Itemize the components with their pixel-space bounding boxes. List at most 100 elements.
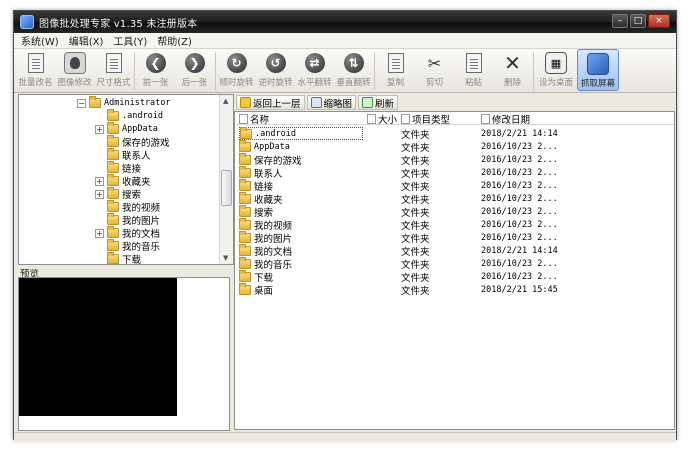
tree-item-searches[interactable]: + 搜索 bbox=[95, 187, 141, 201]
row-name-cell[interactable]: AppData bbox=[239, 139, 363, 153]
folder-icon bbox=[107, 135, 119, 147]
preview-panel bbox=[18, 277, 230, 431]
row-type: 文件夹 bbox=[401, 220, 430, 232]
folder-tree: − Administrator .android + AppData 保存的游戏… bbox=[18, 94, 234, 265]
row-name-cell[interactable]: 搜索 bbox=[239, 204, 363, 219]
go-up-button[interactable]: 返回上一层 bbox=[236, 95, 305, 110]
copy-button[interactable]: 复制 bbox=[376, 49, 415, 91]
capture-screen-button[interactable]: 抓取屏幕 bbox=[577, 49, 619, 91]
title-bar[interactable]: 图像批处理专家 v1.35 未注册版本 – □ × bbox=[14, 11, 676, 33]
paste-button[interactable]: 粘贴 bbox=[454, 49, 493, 91]
minimize-button[interactable]: – bbox=[612, 14, 628, 28]
flip-horizontal-button[interactable]: ⇄ 水平翻转 bbox=[295, 49, 334, 91]
table-row[interactable]: 我的音乐 文件夹 2016/10/23 2... bbox=[235, 256, 674, 271]
menu-system[interactable]: 系统(W) bbox=[20, 33, 60, 48]
close-button[interactable]: × bbox=[648, 14, 670, 28]
column-type[interactable]: 项目类型 bbox=[401, 112, 450, 126]
scroll-up-icon[interactable]: ▲ bbox=[223, 97, 228, 105]
tree-item-documents[interactable]: + 我的文档 bbox=[95, 226, 160, 240]
menu-tools[interactable]: 工具(Y) bbox=[112, 33, 148, 48]
tree-item-downloads[interactable]: 下载 bbox=[107, 252, 141, 264]
tree-item-music[interactable]: 我的音乐 bbox=[107, 239, 160, 253]
tree-item-contacts[interactable]: 联系人 bbox=[107, 148, 151, 162]
batch-rename-button[interactable]: 批量改名 bbox=[16, 49, 55, 91]
copy-label: 复制 bbox=[386, 78, 404, 88]
maximize-button[interactable]: □ bbox=[630, 14, 646, 28]
tree-item-pictures[interactable]: 我的图片 bbox=[107, 213, 160, 227]
table-row[interactable]: 桌面 文件夹 2018/2/21 15:45 bbox=[235, 282, 674, 297]
tree-item-appdata[interactable]: + AppData bbox=[95, 122, 158, 135]
prev-image-button[interactable]: ❮ 前一张 bbox=[136, 49, 175, 91]
thumbnail-button[interactable]: 缩略图 bbox=[306, 95, 357, 110]
scroll-down-icon[interactable]: ▼ bbox=[223, 254, 228, 262]
photo-edit-icon bbox=[63, 52, 86, 74]
row-type: 文件夹 bbox=[401, 259, 430, 271]
row-name-cell[interactable]: .android bbox=[239, 126, 363, 140]
window-title: 图像批处理专家 v1.35 未注册版本 bbox=[39, 18, 198, 30]
row-name-cell[interactable]: 收藏夹 bbox=[239, 191, 363, 206]
image-edit-label: 图像修改 bbox=[57, 78, 92, 88]
tree-item-links[interactable]: 链接 bbox=[107, 161, 141, 175]
rotate-cw-button[interactable]: ↻ 顺时旋转 bbox=[217, 49, 256, 91]
folder-icon bbox=[89, 96, 101, 108]
column-date[interactable]: 修改日期 bbox=[481, 112, 530, 126]
row-type: 文件夹 bbox=[401, 285, 430, 297]
tree-item-android[interactable]: .android bbox=[107, 109, 163, 122]
table-row[interactable]: AppData 文件夹 2016/10/23 2... bbox=[235, 139, 674, 154]
table-row[interactable]: 我的视频 文件夹 2016/10/23 2... bbox=[235, 217, 674, 232]
column-size[interactable]: 大小 bbox=[367, 112, 398, 126]
row-name-cell[interactable]: 保存的游戏 bbox=[239, 152, 363, 167]
tree-expand-icon[interactable]: + bbox=[95, 124, 104, 134]
image-edit-button[interactable]: 图像修改 bbox=[55, 49, 94, 91]
table-row[interactable]: 收藏夹 文件夹 2016/10/23 2... bbox=[235, 191, 674, 206]
row-name-cell[interactable]: 我的音乐 bbox=[239, 256, 363, 271]
toolbar-separator bbox=[374, 52, 375, 90]
toolbar-separator bbox=[134, 52, 135, 90]
row-date: 2016/10/23 2... bbox=[481, 271, 558, 282]
table-row[interactable]: 联系人 文件夹 2016/10/23 2... bbox=[235, 165, 674, 180]
table-row[interactable]: 我的图片 文件夹 2016/10/23 2... bbox=[235, 230, 674, 245]
set-desktop-button[interactable]: ▦ 设为桌面 bbox=[535, 49, 577, 91]
set-desktop-icon: ▦ bbox=[545, 52, 567, 74]
tree-expand-icon[interactable]: + bbox=[95, 189, 104, 199]
table-row[interactable]: 保存的游戏 文件夹 2016/10/23 2... bbox=[235, 152, 674, 167]
cut-button[interactable]: ✂ 剪切 bbox=[415, 49, 454, 91]
rotate-ccw-button[interactable]: ↺ 逆时旋转 bbox=[256, 49, 295, 91]
row-name-cell[interactable]: 链接 bbox=[239, 178, 363, 193]
menu-edit[interactable]: 编辑(X) bbox=[68, 33, 105, 48]
tree-collapse-icon[interactable]: − bbox=[77, 98, 86, 108]
tree-item-saved-games[interactable]: 保存的游戏 bbox=[107, 135, 170, 149]
folder-icon bbox=[239, 152, 251, 165]
tree-scrollbar[interactable]: ▲ ▼ bbox=[219, 95, 233, 264]
menu-help[interactable]: 帮助(Z) bbox=[156, 33, 193, 48]
row-name-cell[interactable]: 联系人 bbox=[239, 165, 363, 180]
thumbnail-icon bbox=[310, 97, 322, 108]
thumbnail-label: 缩略图 bbox=[323, 98, 353, 110]
row-name-cell[interactable]: 桌面 bbox=[239, 282, 363, 297]
row-name-cell[interactable]: 下载 bbox=[239, 269, 363, 284]
tree-expand-icon[interactable]: + bbox=[95, 228, 104, 238]
tree-item-favorites[interactable]: + 收藏夹 bbox=[95, 174, 151, 188]
table-row[interactable]: 下载 文件夹 2016/10/23 2... bbox=[235, 269, 674, 284]
row-name-cell[interactable]: 我的图片 bbox=[239, 230, 363, 245]
tree-expand-icon[interactable]: + bbox=[95, 176, 104, 186]
row-date: 2016/10/23 2... bbox=[481, 180, 558, 191]
flip-vertical-button[interactable]: ⇅ 垂直翻转 bbox=[334, 49, 373, 91]
tree-item-administrator[interactable]: − Administrator bbox=[77, 96, 171, 109]
scrollbar-thumb[interactable] bbox=[221, 170, 232, 206]
column-name[interactable]: 名称 bbox=[239, 112, 269, 126]
next-image-button[interactable]: ❯ 后一张 bbox=[175, 49, 214, 91]
window-controls: – □ × bbox=[612, 14, 670, 28]
table-row[interactable]: .android 文件夹 2018/2/21 14:14 bbox=[235, 126, 674, 141]
table-row[interactable]: 链接 文件夹 2016/10/23 2... bbox=[235, 178, 674, 193]
delete-button[interactable]: ✕ 删除 bbox=[493, 49, 532, 91]
refresh-button[interactable]: 刷新 bbox=[358, 95, 399, 110]
row-name-cell[interactable]: 我的文档 bbox=[239, 243, 363, 258]
column-size-label: 大小 bbox=[378, 114, 398, 126]
row-name-cell[interactable]: 我的视频 bbox=[239, 217, 363, 232]
table-row[interactable]: 搜索 文件夹 2016/10/23 2... bbox=[235, 204, 674, 219]
table-row[interactable]: 我的文档 文件夹 2018/2/21 14:14 bbox=[235, 243, 674, 258]
row-date: 2018/2/21 14:14 bbox=[481, 128, 558, 139]
tree-item-videos[interactable]: 我的视频 bbox=[107, 200, 160, 214]
size-format-button[interactable]: 尺寸格式 bbox=[94, 49, 133, 91]
